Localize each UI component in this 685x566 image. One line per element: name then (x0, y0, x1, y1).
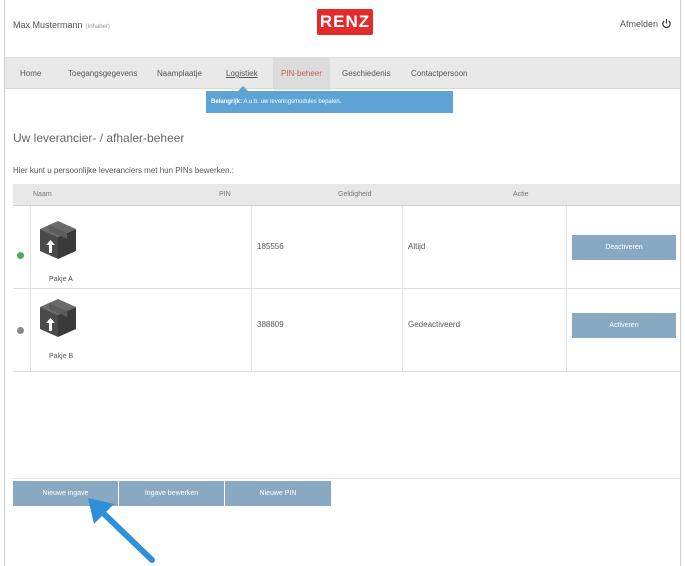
logout-link[interactable]: Afmelden (620, 18, 672, 29)
col-divider (566, 289, 567, 372)
user-name: Max Mustermann (Inhaber) (13, 20, 110, 30)
info-tooltip: Belangrijk: A.u.b. uw leveringsmodules b… (206, 91, 453, 113)
col-divider (402, 206, 403, 289)
col-divider (251, 289, 252, 372)
logout-label: Afmelden (619, 18, 658, 29)
arrow-pointer-icon (88, 498, 155, 563)
package-icon (40, 299, 76, 337)
header-naam: Naam (33, 191, 52, 198)
package-name: Pakje B (49, 353, 74, 360)
table-row: Pakje B 388809 Gedeactiveerd Activeren (13, 289, 680, 372)
nav-geschiedenis[interactable]: Geschiedenis (342, 58, 390, 90)
table-row: Pakje A 185556 Altijd Deactiveren (13, 206, 680, 289)
package-name: Pakje A (49, 276, 73, 283)
bottom-button-bar: Nieuwe ingave Ingave bewerken Nieuwe PIN (13, 481, 331, 506)
header-pin: PIN (219, 191, 231, 198)
page-title: Uw leverancier- / afhaler-beheer (13, 131, 185, 145)
header-actie: Actie (513, 191, 529, 198)
col-divider (30, 289, 31, 372)
nav-pin-beheer[interactable]: PIN-beheer (273, 58, 330, 90)
main-nav: Home Toegangsgegevens Naamplaatje Logist… (5, 57, 680, 90)
col-divider (30, 206, 31, 289)
new-pin-button[interactable]: Nieuwe PIN (225, 481, 331, 506)
nav-home[interactable]: Home (20, 58, 41, 90)
header-geldigheid: Geldigheid (338, 191, 372, 198)
pin-value: 185556 (257, 242, 284, 251)
power-icon (662, 18, 671, 29)
supplier-table: Naam PIN Geldigheid Actie Pakje A 185556… (13, 184, 680, 372)
validity-value: Gedeactiveerd (408, 320, 461, 329)
nav-naamplaatje[interactable]: Naamplaatje (157, 58, 202, 90)
table-header: Naam PIN Geldigheid Actie (13, 184, 680, 206)
renz-logo: RENZ (317, 9, 373, 35)
deactivate-button[interactable]: Deactiveren (572, 235, 676, 260)
status-dot-active (17, 252, 24, 259)
col-divider (402, 289, 403, 372)
user-role: (Inhaber) (85, 24, 110, 30)
col-divider (566, 206, 567, 289)
tooltip-text: A.u.b. uw leveringsmodules bepalen. (243, 99, 342, 105)
intro-text: Hier kunt u persoonlijke leveranciers me… (13, 166, 234, 175)
user-name-text: Max Mustermann (13, 20, 83, 30)
divider (13, 478, 680, 479)
nav-contactpersoon[interactable]: Contactpersoon (411, 58, 467, 90)
nav-toegangsgegevens[interactable]: Toegangsgegevens (68, 58, 137, 90)
activate-button[interactable]: Activeren (572, 313, 676, 338)
validity-value: Altijd (408, 242, 426, 251)
header: Max Mustermann (Inhaber) RENZ Afmelden (5, 0, 680, 50)
package-icon (40, 221, 76, 259)
tooltip-bold: Belangrijk: (211, 99, 243, 105)
status-dot-inactive (17, 327, 24, 334)
pin-value: 388809 (257, 320, 284, 329)
col-divider (251, 206, 252, 289)
app-frame: Max Mustermann (Inhaber) RENZ Afmelden Ho… (4, 0, 681, 566)
